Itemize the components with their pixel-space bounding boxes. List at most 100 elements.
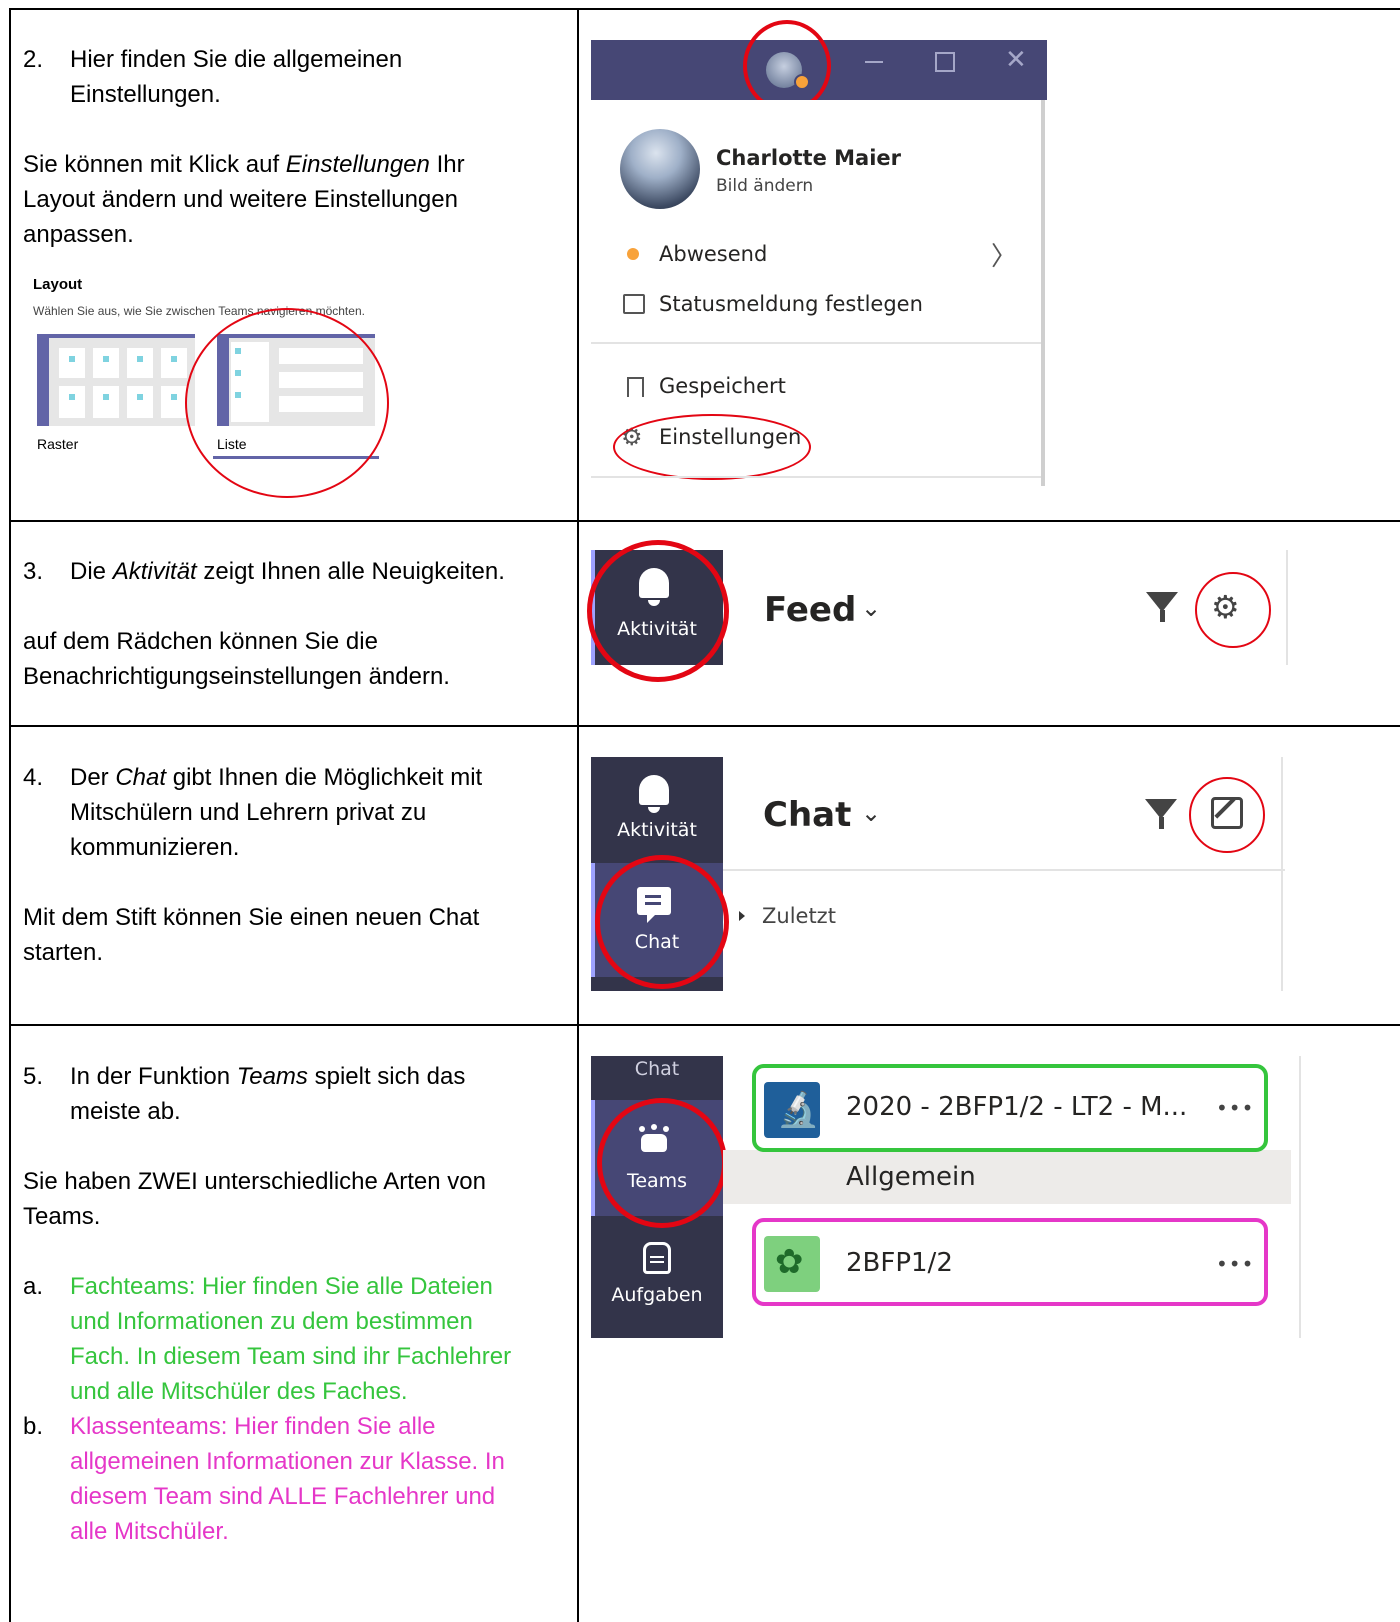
section-3-p2-line1: auf dem Rädchen können Sie die (23, 628, 378, 655)
backpack-icon (643, 1242, 671, 1274)
away-status-item[interactable]: Abwesend (659, 242, 767, 266)
section-5-em: Teams (236, 1063, 308, 1090)
menu-separator (591, 342, 1041, 344)
edit-status-icon (623, 294, 645, 314)
list-item-a: a. Fachteams: Hier finden Sie alle Datei… (23, 1269, 568, 1409)
section-5-number: 5. (23, 1063, 44, 1090)
teams-selected-bar (591, 1100, 595, 1216)
table-divider-2 (10, 725, 1400, 727)
section-4-p2-line2: starten. (23, 939, 104, 966)
activity-screenshot: Aktivität Feed ⌄ ⚙ (587, 540, 1291, 682)
bookmark-icon (627, 377, 644, 397)
section-3-number: 3. (23, 558, 44, 585)
nav-tasks-label[interactable]: Aufgaben (591, 1284, 723, 1306)
chat-screenshot: Aktivität Chat Chat ⌄ Zuletzt (591, 757, 1291, 993)
maximize-icon[interactable] (935, 52, 955, 72)
list-item-b-line: alle Mitschüler. (70, 1518, 229, 1545)
feed-panel-border (1286, 550, 1288, 665)
teams-panel-border (1299, 1056, 1301, 1338)
list-item-b: b. Klassenteams: Hier finden Sie alle al… (23, 1409, 568, 1549)
saved-item[interactable]: Gespeichert (659, 374, 786, 398)
section-2-p2-line2: Layout ändern und weitere Einstellungen (23, 186, 458, 213)
caret-right-icon[interactable] (739, 911, 745, 921)
channel-name[interactable]: Allgemein (846, 1162, 976, 1192)
table-border-left (9, 8, 11, 1622)
recent-section-label[interactable]: Zuletzt (762, 904, 836, 928)
list-item-a-line: und alle Mitschüler des Faches. (70, 1378, 408, 1405)
profile-menu-screenshot: ✕ Charlotte Maier Bild ändern Abwesend 〉… (591, 20, 1049, 486)
away-status-icon (627, 248, 639, 260)
section-3-text: 3. Die Aktivität zeigt Ihnen alle Neuigke… (23, 554, 568, 694)
change-picture-link[interactable]: Bild ändern (716, 176, 813, 196)
filter-icon[interactable] (1145, 799, 1177, 819)
layout-title: Layout (33, 276, 83, 293)
teams-screenshot: Chat Teams Aufgaben Allgemein 🔬 2020 - 2… (591, 1056, 1311, 1346)
section-2-line2: Einstellungen. (70, 81, 221, 108)
nav-activity-label[interactable]: Aktivität (591, 819, 723, 841)
section-2-p2-text: Sie können mit Klick auf (23, 151, 286, 178)
close-icon[interactable]: ✕ (1005, 46, 1027, 74)
layout-option-grid[interactable] (37, 334, 195, 426)
section-4-em: Chat (115, 764, 167, 791)
list-item-b-line: allgemeinen Informationen zur Klasse. In (70, 1448, 505, 1475)
team2-highlight-box (752, 1218, 1268, 1306)
bell-icon (639, 775, 669, 805)
chat-header-separator (723, 869, 1285, 871)
list-item-a-line: Fachteams: Hier finden Sie alle Dateien (70, 1273, 493, 1300)
annotation-circle-pencil (1189, 777, 1265, 853)
chevron-right-icon[interactable]: 〉 (991, 236, 1017, 273)
section-5-p2-line2: Teams. (23, 1203, 101, 1230)
list-item-b-line: diesem Team sind ALLE Fachlehrer und (70, 1483, 496, 1510)
table-column-divider (577, 8, 579, 1622)
section-3-line1-after: zeigt Ihnen alle Neuigkeiten. (196, 558, 505, 585)
table-divider-1 (10, 520, 1400, 522)
annotation-circle-list (185, 308, 389, 498)
layout-option-grid-label: Raster (37, 436, 79, 452)
section-4-number: 4. (23, 764, 44, 791)
section-3-em: Aktivität (112, 558, 197, 585)
section-5-p2-line1: Sie haben ZWEI unterschiedliche Arten vo… (23, 1168, 486, 1195)
annotation-circle-teams (597, 1098, 727, 1228)
user-name: Charlotte Maier (716, 146, 902, 170)
section-4-line2: Mitschülern und Lehrern privat zu (70, 799, 427, 826)
minimize-icon[interactable] (865, 61, 883, 63)
section-5-line2: meiste ab. (70, 1098, 181, 1125)
backpack-pocket (650, 1256, 664, 1258)
filter-icon-stem (1159, 817, 1164, 829)
section-5-line1-after: spielt sich das (307, 1063, 466, 1090)
section-4-line1-after: gibt Ihnen die Möglichkeit mit (166, 764, 483, 791)
team1-highlight-box (752, 1064, 1268, 1152)
section-2-line1: Hier finden Sie die allgemeinen (70, 46, 403, 73)
section-2-text: 2. Hier finden Sie die allgemeinen Einste… (23, 42, 568, 252)
table-border-top (10, 8, 1400, 10)
list-item-b-label: b. (23, 1413, 44, 1440)
feed-chevron-down-icon[interactable]: ⌄ (861, 594, 881, 622)
nav-chat-label[interactable]: Chat (591, 1058, 723, 1080)
section-4-line3: kommunizieren. (70, 834, 240, 861)
chat-chevron-down-icon[interactable]: ⌄ (861, 799, 881, 827)
annotation-circle-activity (587, 540, 729, 682)
menu-separator-bottom (591, 476, 1041, 478)
section-4-p2-line1: Mit dem Stift können Sie einen neuen Cha… (23, 904, 480, 931)
channel-row[interactable] (723, 1150, 1291, 1204)
list-item-b-line: Klassenteams: Hier finden Sie alle (70, 1413, 436, 1440)
chat-panel-border (1281, 757, 1283, 991)
status-message-item[interactable]: Statusmeldung festlegen (659, 292, 923, 316)
annotation-circle-gear (1195, 572, 1271, 648)
section-3-p2-line2: Benachrichtigungseinstellungen ändern. (23, 663, 450, 690)
table-divider-3 (10, 1024, 1400, 1026)
filter-icon-stem (1160, 610, 1165, 622)
section-4-line1: Der (70, 764, 116, 791)
section-2-p2-line3: anpassen. (23, 221, 134, 248)
list-item-a-line: Fach. In diesem Team sind ihr Fachlehrer (70, 1343, 512, 1370)
annotation-circle-settings (613, 414, 811, 480)
section-2-p2-after: Ihr (429, 151, 465, 178)
section-3-line1: Die (70, 558, 113, 585)
avatar-large[interactable] (620, 129, 700, 209)
chat-title: Chat (763, 795, 852, 835)
section-5-text: 5. In der Funktion Teams spielt sich das … (23, 1059, 568, 1549)
section-4-text: 4. Der Chat gibt Ihnen die Möglichkeit mi… (23, 760, 568, 970)
filter-icon[interactable] (1146, 592, 1178, 612)
list-item-a-line: und Informationen zu dem bestimmen (70, 1308, 473, 1335)
layout-settings-screenshot: Layout Wählen Sie aus, wie Sie zwischen … (33, 276, 433, 498)
